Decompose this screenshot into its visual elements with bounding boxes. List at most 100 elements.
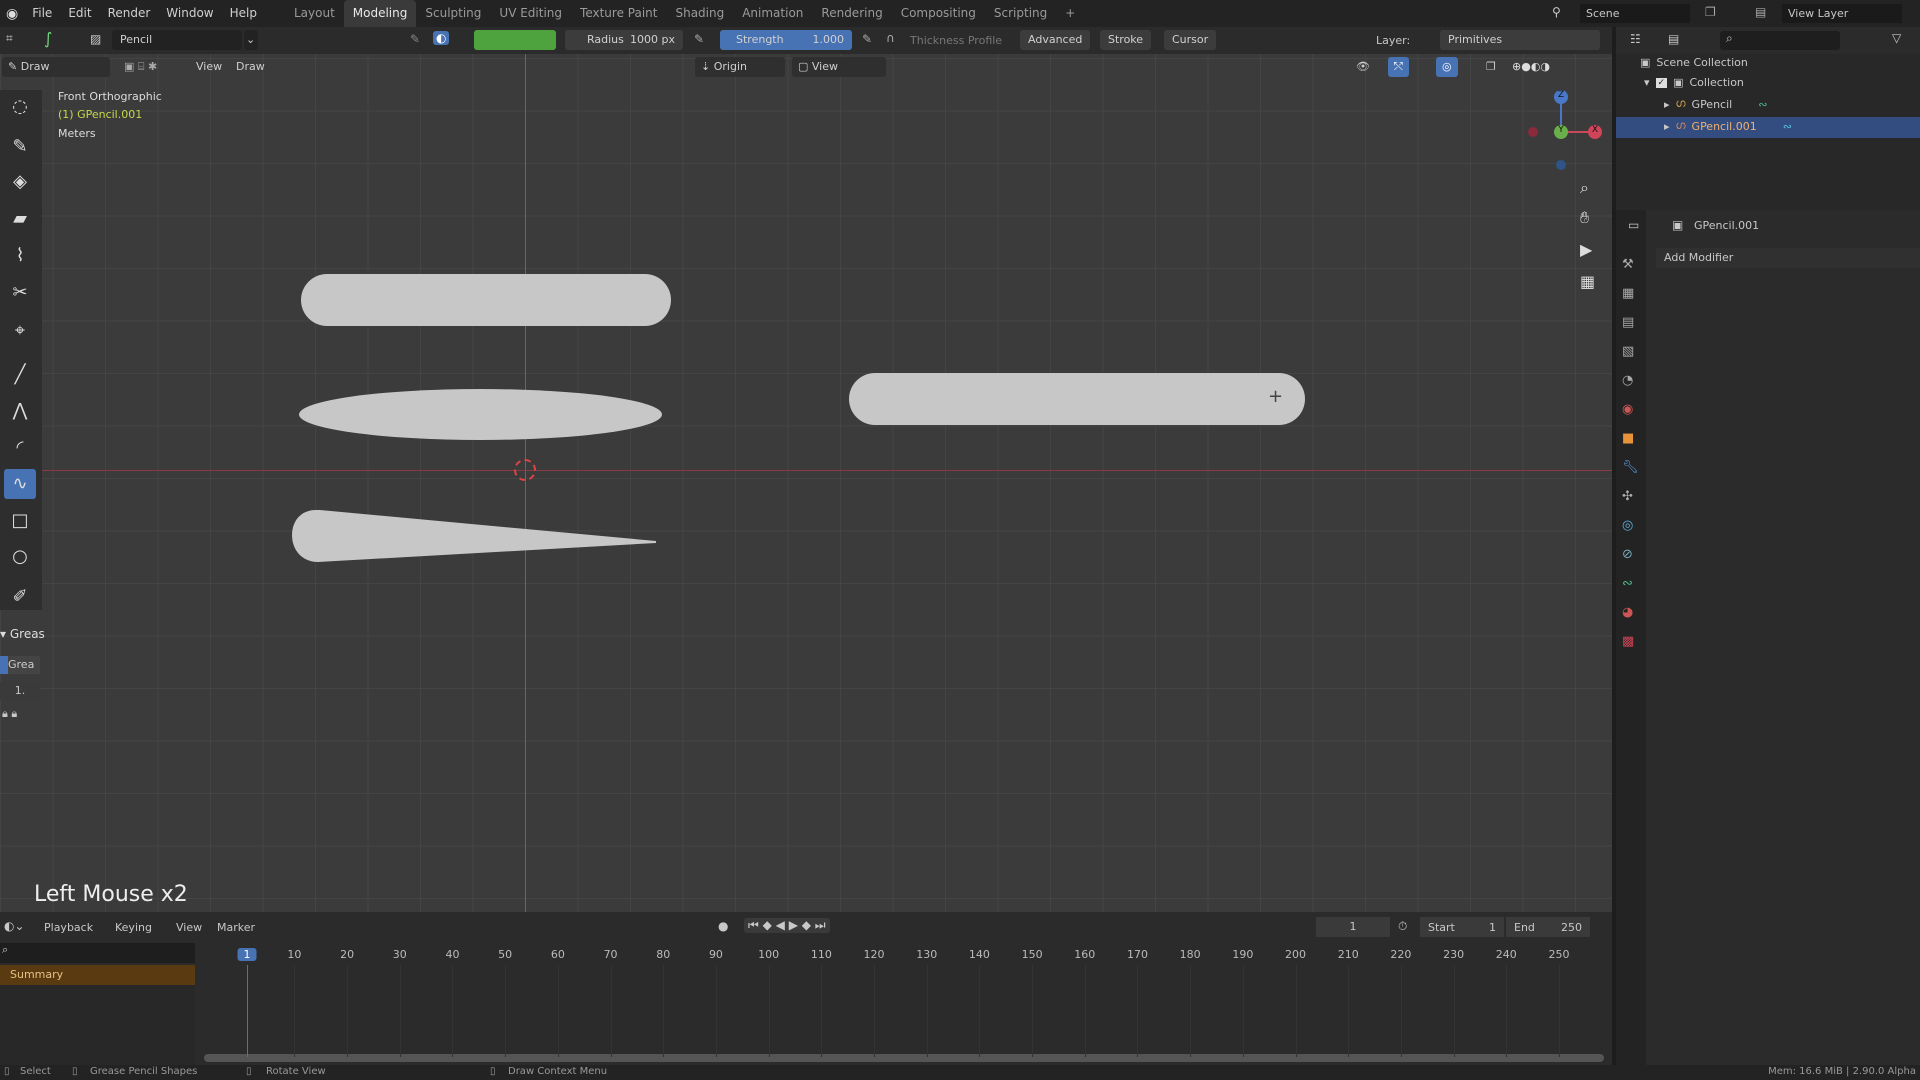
- modifier-data-icon[interactable]: ∾: [1783, 120, 1792, 133]
- curve-tool-icon[interactable]: ∿: [4, 469, 36, 499]
- frame-tick[interactable]: 20: [340, 948, 354, 961]
- editor-type-icon[interactable]: ◐⌄: [4, 919, 25, 933]
- world-tab-icon[interactable]: ◉: [1622, 395, 1642, 424]
- frame-tick[interactable]: 140: [969, 948, 990, 961]
- modifier-tab-icon[interactable]: 🔧︎: [1622, 453, 1642, 482]
- display-mode-icon[interactable]: ☷: [1630, 32, 1641, 46]
- erase-tool-icon[interactable]: ▰: [4, 204, 36, 234]
- navigation-gizmo[interactable]: Z Y X: [1520, 90, 1610, 180]
- draw-menu[interactable]: Draw: [230, 57, 271, 77]
- brush-field[interactable]: Pencil: [112, 30, 242, 50]
- keying-menu[interactable]: Keying: [115, 921, 152, 934]
- cursor-tool-icon[interactable]: ◌: [4, 92, 36, 122]
- grid-icon[interactable]: ▦: [1580, 272, 1595, 291]
- circle-tool-icon[interactable]: ○: [4, 542, 36, 572]
- frame-tick[interactable]: 50: [498, 948, 512, 961]
- frame-tick[interactable]: 80: [656, 948, 670, 961]
- frame-tick[interactable]: 230: [1443, 948, 1464, 961]
- frame-tick[interactable]: 250: [1549, 948, 1570, 961]
- pin-icon[interactable]: ✎: [410, 32, 420, 46]
- frame-tick[interactable]: 200: [1285, 948, 1306, 961]
- radius-pressure-icon[interactable]: ✎: [694, 32, 704, 46]
- view-plane-dropdown[interactable]: ▢ View: [792, 57, 886, 77]
- annotate-tool-icon[interactable]: ✐: [4, 582, 36, 612]
- tab-scripting[interactable]: Scripting: [985, 0, 1056, 27]
- menu-render[interactable]: Render: [100, 0, 159, 27]
- origin-dropdown[interactable]: ⇣ Origin: [695, 57, 785, 77]
- expand-icon[interactable]: ▸: [1664, 120, 1670, 133]
- layer-toggles-icon[interactable]: ▣ ⌸ ✱: [118, 57, 163, 77]
- thickness-profile-dropdown[interactable]: Thickness Profile: [910, 34, 1002, 47]
- frame-tick[interactable]: 10: [287, 948, 301, 961]
- outliner-item-gpencil-001[interactable]: ▸ ഗ GPencil.001 ∾: [1664, 119, 1792, 133]
- tab-texture-paint[interactable]: Texture Paint: [571, 0, 666, 27]
- outliner-scene-collection[interactable]: ▣ Scene Collection: [1640, 56, 1748, 69]
- blender-logo-icon[interactable]: ◉: [0, 6, 24, 22]
- curve-icon[interactable]: ∩: [886, 31, 895, 45]
- strength-slider[interactable]: Strength 1.000: [720, 30, 852, 50]
- timeline-search[interactable]: ⌕: [0, 943, 195, 963]
- end-frame-field[interactable]: End 250: [1506, 917, 1590, 937]
- stroke-dropdown[interactable]: Stroke: [1100, 30, 1152, 50]
- frame-tick[interactable]: 30: [393, 948, 407, 961]
- gizmo-z[interactable]: Z: [1554, 90, 1568, 104]
- overlay-toggle-icon[interactable]: ◎: [1436, 57, 1458, 77]
- frame-tick[interactable]: 110: [811, 948, 832, 961]
- current-frame-indicator[interactable]: 1: [237, 948, 257, 961]
- tab-animation[interactable]: Animation: [733, 0, 812, 27]
- frame-tick[interactable]: 100: [758, 948, 779, 961]
- layer-dropdown[interactable]: Primitives: [1440, 30, 1600, 50]
- gizmo-toggle-icon[interactable]: ⤲: [1388, 57, 1409, 77]
- color-swatch[interactable]: [474, 30, 556, 50]
- draw-tool-icon[interactable]: ✎: [4, 132, 36, 162]
- stopwatch-icon[interactable]: ⏱: [1398, 919, 1407, 934]
- output-tab-icon[interactable]: ▤: [1622, 308, 1642, 337]
- menu-help[interactable]: Help: [222, 0, 265, 27]
- editor-type-icon[interactable]: ▭: [1628, 218, 1639, 232]
- tab-sculpting[interactable]: Sculpting: [416, 0, 490, 27]
- scene-tab-icon[interactable]: ◔: [1622, 366, 1642, 395]
- material-tab-icon[interactable]: ◕: [1622, 598, 1642, 627]
- lock-icon[interactable]: 🔒︎ 🔒︎: [2, 707, 17, 721]
- filter-icon-left[interactable]: ▤: [1668, 32, 1679, 46]
- new-scene-icon[interactable]: ❐: [1705, 5, 1716, 19]
- expand-icon[interactable]: ▸: [1664, 98, 1670, 111]
- frame-tick[interactable]: 180: [1180, 948, 1201, 961]
- add-modifier-dropdown[interactable]: Add Modifier: [1656, 248, 1920, 268]
- frame-tick[interactable]: 40: [445, 948, 459, 961]
- cursor-dropdown[interactable]: Cursor: [1164, 30, 1217, 50]
- summary-channel[interactable]: Summary: [0, 965, 195, 985]
- tab-modeling[interactable]: Modeling: [343, 0, 417, 27]
- tool-tab-icon[interactable]: ⚒: [1622, 250, 1642, 279]
- menu-window[interactable]: Window: [158, 0, 221, 27]
- view-layer-icon[interactable]: ▤: [1755, 5, 1766, 19]
- mode-dropdown[interactable]: ✎ Draw: [2, 57, 110, 77]
- search-input[interactable]: ⌕: [1720, 31, 1840, 50]
- playhead[interactable]: [247, 965, 248, 1057]
- frame-tick[interactable]: 150: [1022, 948, 1043, 961]
- radius-field[interactable]: Radius 1000 px: [565, 30, 683, 50]
- outliner-collection[interactable]: ▾ ✓ ▣ Collection: [1644, 76, 1744, 89]
- grease-panel-header[interactable]: ▾ Greas: [0, 627, 48, 645]
- visibility-icon[interactable]: 👁: [1350, 57, 1376, 77]
- tab-rendering[interactable]: Rendering: [812, 0, 891, 27]
- view-menu[interactable]: View: [190, 57, 228, 77]
- shading-modes-icon[interactable]: ⊕●◐◑: [1506, 57, 1556, 77]
- frame-tick[interactable]: 120: [864, 948, 885, 961]
- pan-hand-icon[interactable]: ✋︎: [1580, 208, 1589, 228]
- tab-layout[interactable]: Layout: [285, 0, 344, 27]
- effects-tab-icon[interactable]: ✣: [1622, 482, 1642, 511]
- frame-tick[interactable]: 170: [1127, 948, 1148, 961]
- arc-tool-icon[interactable]: ◜: [4, 433, 36, 463]
- frame-tick[interactable]: 190: [1232, 948, 1253, 961]
- playback-menu[interactable]: Playback: [44, 921, 93, 934]
- strength-pressure-icon[interactable]: ✎: [862, 32, 872, 46]
- frame-tick[interactable]: 60: [551, 948, 565, 961]
- record-button[interactable]: ●: [718, 919, 728, 933]
- expand-icon[interactable]: ▾: [1644, 76, 1650, 89]
- zoom-icon[interactable]: ⌕: [1580, 178, 1589, 198]
- playback-controls[interactable]: ⏮ ◆ ◀ ▶ ◆ ⏭: [744, 918, 830, 933]
- object-tab-icon[interactable]: ■: [1622, 424, 1642, 453]
- box-tool-icon[interactable]: □: [4, 506, 36, 536]
- polyline-tool-icon[interactable]: ⋀: [4, 396, 36, 426]
